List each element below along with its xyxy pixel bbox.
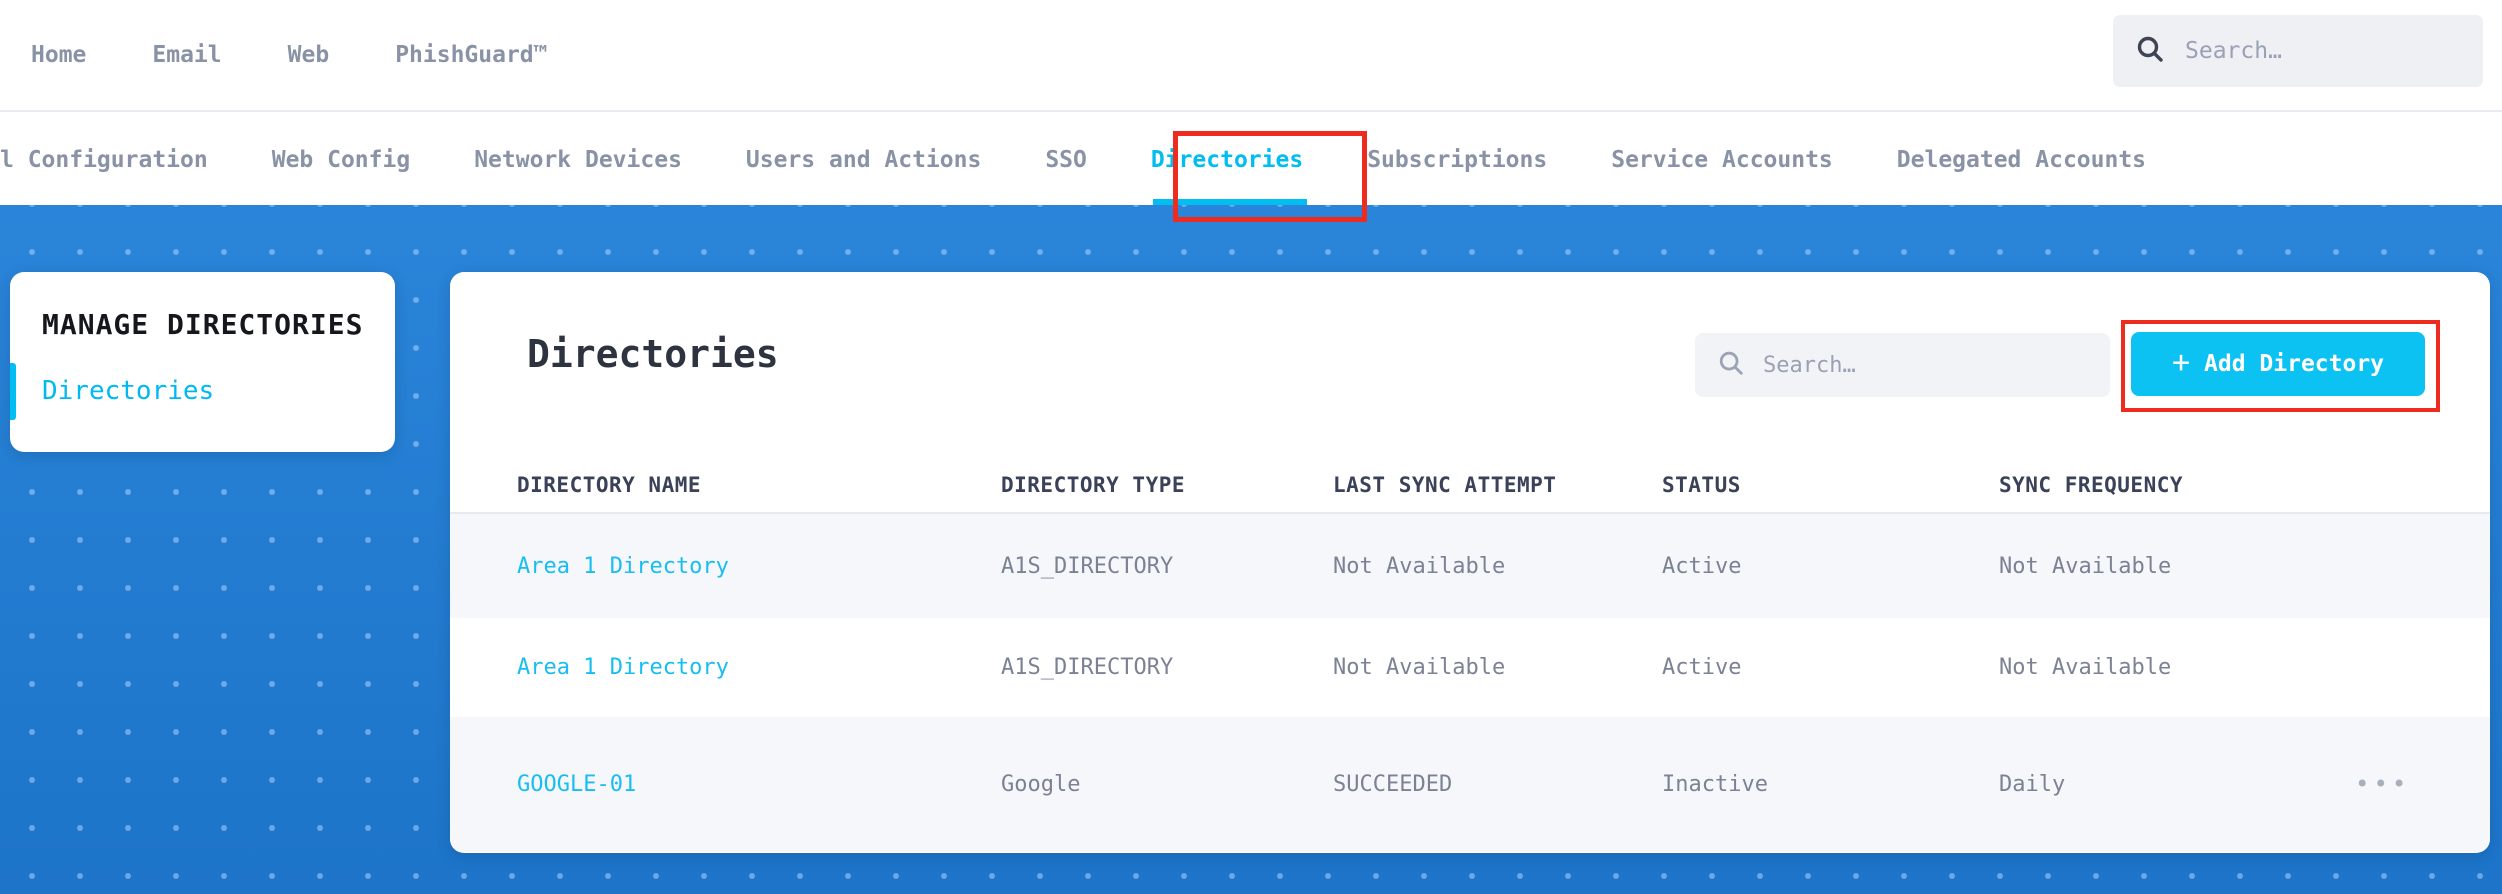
app-window: Home Email Web PhishGuard™ l Configurati… [0,0,2502,894]
column-header-directory-type: DIRECTORY TYPE [1001,473,1333,497]
tab-configuration[interactable]: l Configuration [0,114,208,205]
directory-type-value: A1S_DIRECTORY [1001,554,1333,579]
column-header-directory-name: DIRECTORY NAME [517,473,1001,497]
nav-item-web[interactable]: Web [288,42,330,68]
add-directory-button[interactable]: + Add Directory [2131,332,2425,396]
sync-frequency-value: Not Available [1999,655,2355,680]
sidebar-title: MANAGE DIRECTORIES [42,308,363,341]
last-sync-value: SUCCEEDED [1333,772,1662,797]
directories-card: Directories + Add Directory DIRECTORY NA… [450,272,2490,853]
search-icon [2135,34,2165,68]
workspace-background: MANAGE DIRECTORIES Directories Directori… [0,205,2502,894]
tab-service-accounts[interactable]: Service Accounts [1611,114,1833,205]
tab-network-devices[interactable]: Network Devices [474,114,682,205]
column-header-status: STATUS [1662,473,1999,497]
settings-tabs: l Configuration Web Config Network Devic… [0,114,2502,205]
settings-tab-bar: l Configuration Web Config Network Devic… [0,114,2502,205]
nav-item-email[interactable]: Email [152,42,221,68]
last-sync-value: Not Available [1333,554,1662,579]
directories-search-box[interactable] [1695,333,2110,397]
status-value: Active [1662,655,1999,680]
tab-directories-label: Directories [1151,147,1303,173]
page-title: Directories [527,332,779,376]
top-navigation-bar: Home Email Web PhishGuard™ [0,0,2502,112]
directory-name-link[interactable]: GOOGLE-01 [517,772,1001,797]
add-directory-label: Add Directory [2204,351,2384,377]
directories-search-input[interactable] [1763,353,2063,378]
table-row: Area 1 Directory A1S_DIRECTORY Not Avail… [450,618,2490,717]
search-icon [1717,349,1745,381]
table-header-row: DIRECTORY NAME DIRECTORY TYPE LAST SYNC … [450,458,2490,514]
tab-delegated-accounts[interactable]: Delegated Accounts [1897,114,2146,205]
sidebar-active-indicator [10,363,16,420]
tab-web-config[interactable]: Web Config [272,114,410,205]
top-nav-items: Home Email Web PhishGuard™ [0,42,548,68]
plus-icon: + [2172,348,2190,378]
directory-type-value: A1S_DIRECTORY [1001,655,1333,680]
sync-frequency-value: Not Available [1999,554,2355,579]
nav-item-home[interactable]: Home [31,42,86,68]
tab-subscriptions[interactable]: Subscriptions [1367,114,1547,205]
table-row: Area 1 Directory A1S_DIRECTORY Not Avail… [450,514,2490,618]
sync-frequency-value: Daily [1999,772,2355,797]
column-header-last-sync: LAST SYNC ATTEMPT [1333,473,1662,497]
tab-users-and-actions[interactable]: Users and Actions [746,114,981,205]
tab-directories[interactable]: Directories [1151,114,1303,205]
last-sync-value: Not Available [1333,655,1662,680]
sidebar-item-directories[interactable]: Directories [42,376,214,406]
table-row: GOOGLE-01 Google SUCCEEDED Inactive Dail… [450,717,2490,852]
global-search-input[interactable] [2185,38,2445,64]
manage-directories-panel: MANAGE DIRECTORIES Directories [10,272,395,452]
row-actions-menu-icon[interactable]: ••• [2355,770,2410,798]
status-value: Inactive [1662,772,1999,797]
tab-sso[interactable]: SSO [1045,114,1087,205]
global-search-box[interactable] [2113,15,2483,87]
status-value: Active [1662,554,1999,579]
table-body: Area 1 Directory A1S_DIRECTORY Not Avail… [450,514,2490,852]
directory-name-link[interactable]: Area 1 Directory [517,655,1001,680]
directory-name-link[interactable]: Area 1 Directory [517,554,1001,579]
nav-item-phishguard[interactable]: PhishGuard™ [395,42,547,68]
directory-type-value: Google [1001,772,1333,797]
column-header-sync-frequency: SYNC FREQUENCY [1999,473,2355,497]
